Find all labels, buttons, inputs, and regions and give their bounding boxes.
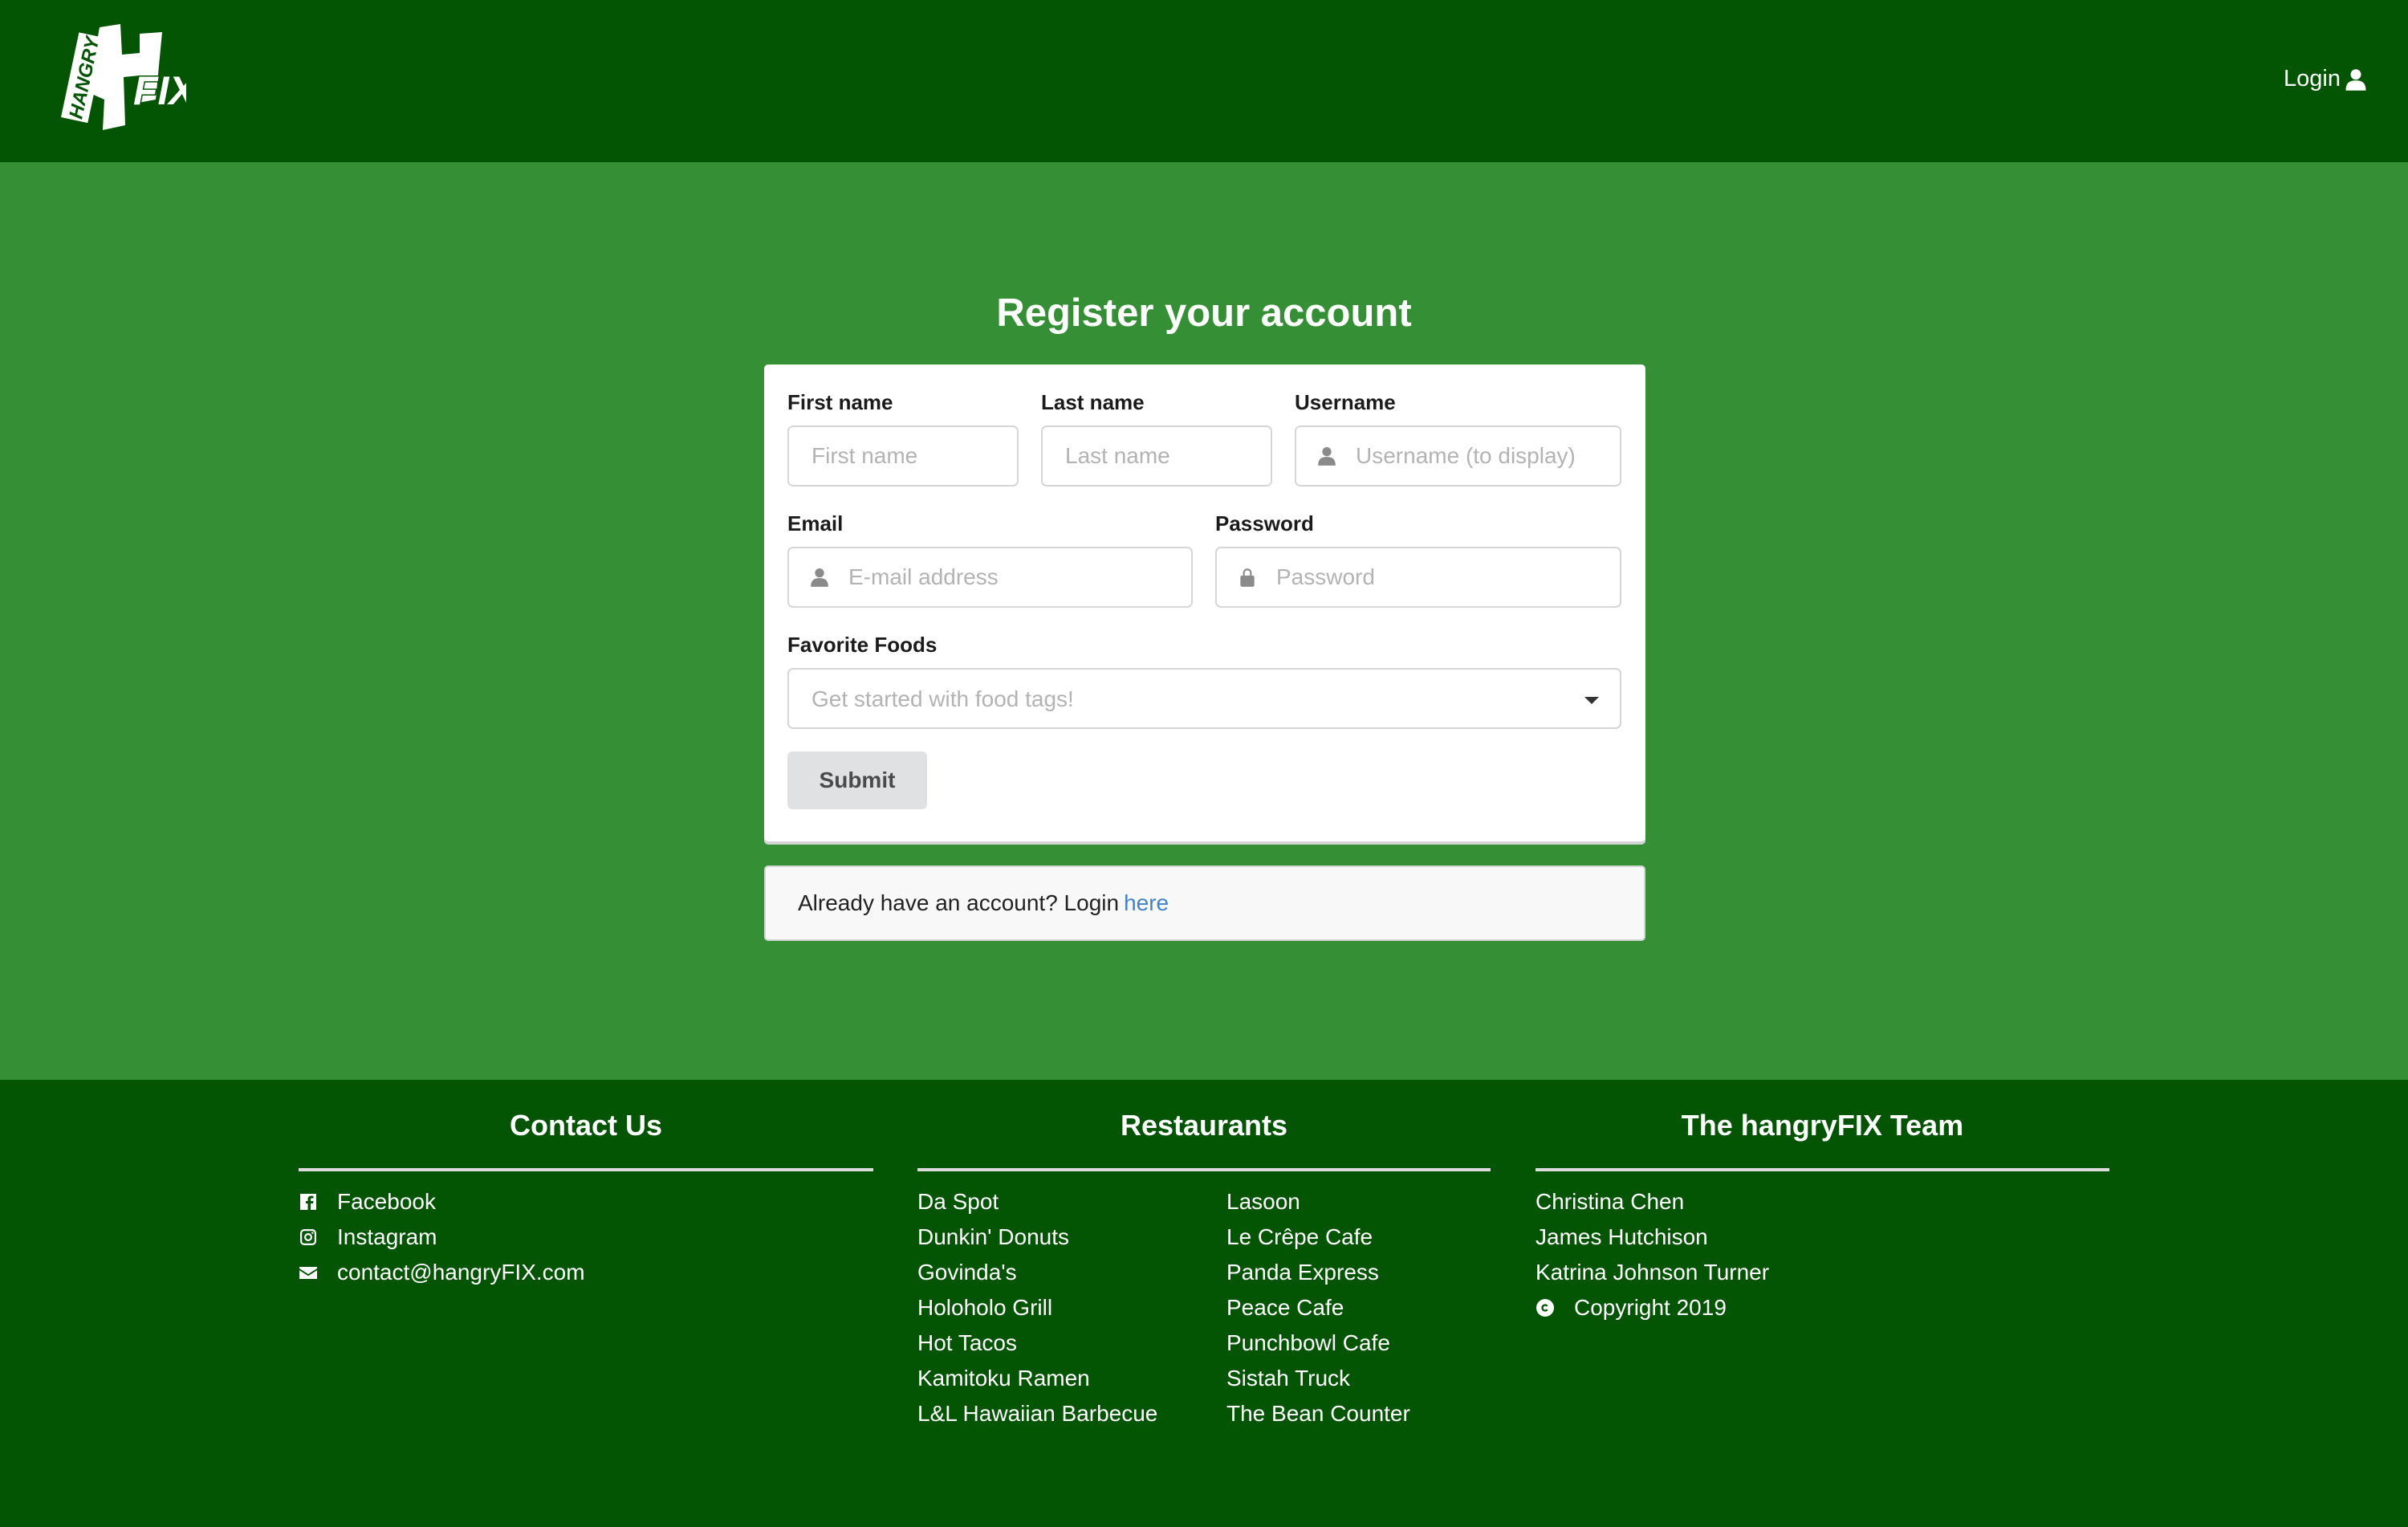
first-name-input[interactable] bbox=[789, 443, 1017, 469]
team-member: James Hutchison bbox=[1536, 1224, 1708, 1249]
registration-form: First name Last name Username Email Pass… bbox=[764, 364, 1645, 841]
restaurant-link[interactable]: Punchbowl Cafe bbox=[1226, 1330, 1390, 1356]
password-input[interactable] bbox=[1259, 564, 1620, 590]
footer-restaurants-heading: Restaurants bbox=[1120, 1109, 1288, 1142]
lock-icon bbox=[1236, 566, 1259, 588]
favorite-foods-dropdown[interactable]: Get started with food tags! bbox=[787, 668, 1621, 729]
envelope-icon bbox=[299, 1262, 319, 1283]
restaurant-link[interactable]: Panda Express bbox=[1226, 1260, 1379, 1285]
restaurant-link[interactable]: Lasoon bbox=[1226, 1189, 1300, 1215]
username-input[interactable] bbox=[1338, 443, 1620, 469]
copyright-icon bbox=[1536, 1297, 1556, 1318]
last-name-label: Last name bbox=[1041, 390, 1145, 414]
restaurant-link[interactable]: Da Spot bbox=[917, 1189, 999, 1215]
footer-team-heading: The hangryFIX Team bbox=[1681, 1109, 1964, 1142]
login-link[interactable]: Login bbox=[2284, 66, 2368, 92]
divider bbox=[917, 1168, 1491, 1171]
logo-graphic: HANGRY FIX bbox=[61, 24, 199, 130]
user-icon bbox=[1316, 445, 1338, 467]
instagram-link[interactable]: Instagram bbox=[299, 1224, 437, 1250]
footer: Contact Us Facebook Instagram contact@ha… bbox=[0, 1080, 2408, 1527]
copyright-notice: Copyright 2019 bbox=[1536, 1295, 1727, 1321]
user-icon bbox=[2345, 68, 2366, 91]
facebook-label: Facebook bbox=[337, 1189, 436, 1214]
login-prompt-text: Already have an account? Login bbox=[798, 890, 1120, 915]
restaurant-link[interactable]: Le Crêpe Cafe bbox=[1226, 1224, 1373, 1250]
divider bbox=[299, 1168, 873, 1171]
submit-button[interactable]: Submit bbox=[787, 751, 927, 809]
login-prompt: Already have an account? Login here bbox=[764, 865, 1645, 941]
restaurant-link[interactable]: The Bean Counter bbox=[1226, 1401, 1410, 1427]
footer-contact-heading: Contact Us bbox=[509, 1109, 663, 1142]
user-icon bbox=[808, 566, 831, 588]
username-label: Username bbox=[1295, 390, 1396, 414]
restaurant-link[interactable]: Govinda's bbox=[917, 1260, 1017, 1285]
team-member: Katrina Johnson Turner bbox=[1536, 1260, 1770, 1285]
divider bbox=[1536, 1168, 2109, 1171]
page-title: Register your account bbox=[996, 291, 1412, 335]
email-label: Email bbox=[787, 511, 844, 535]
copyright-text: Copyright 2019 bbox=[1574, 1295, 1727, 1320]
email-input[interactable] bbox=[831, 564, 1191, 590]
email-contact-link[interactable]: contact@hangryFIX.com bbox=[299, 1260, 585, 1285]
restaurant-link[interactable]: Dunkin' Donuts bbox=[917, 1224, 1069, 1250]
facebook-icon bbox=[299, 1191, 319, 1212]
last-name-input[interactable] bbox=[1043, 443, 1271, 469]
logo-text-fix: FIX bbox=[133, 68, 186, 113]
top-navbar: HANGRY FIX Login bbox=[0, 0, 2408, 162]
username-field[interactable] bbox=[1295, 426, 1621, 487]
password-label: Password bbox=[1215, 511, 1314, 535]
team-member: Christina Chen bbox=[1536, 1189, 1685, 1214]
first-name-field[interactable] bbox=[787, 426, 1019, 487]
restaurant-link[interactable]: Sistah Truck bbox=[1226, 1366, 1350, 1391]
login-here-link[interactable]: here bbox=[1124, 890, 1169, 916]
last-name-field[interactable] bbox=[1041, 426, 1272, 487]
favorite-foods-label: Favorite Foods bbox=[787, 633, 938, 657]
email-field[interactable] bbox=[787, 547, 1193, 608]
instagram-icon bbox=[299, 1227, 319, 1248]
restaurant-link[interactable]: Holoholo Grill bbox=[917, 1295, 1052, 1321]
restaurant-link[interactable]: Kamitoku Ramen bbox=[917, 1366, 1090, 1391]
restaurant-link[interactable]: Hot Tacos bbox=[917, 1330, 1017, 1356]
first-name-label: First name bbox=[787, 390, 893, 414]
caret-down-icon bbox=[1584, 697, 1599, 704]
email-contact-label: contact@hangryFIX.com bbox=[337, 1260, 585, 1285]
restaurant-link[interactable]: L&L Hawaiian Barbecue bbox=[917, 1401, 1157, 1427]
favorite-foods-placeholder: Get started with food tags! bbox=[811, 686, 1074, 711]
restaurant-link[interactable]: Peace Cafe bbox=[1226, 1295, 1344, 1321]
hangryfix-logo[interactable]: HANGRY FIX bbox=[50, 22, 199, 135]
instagram-label: Instagram bbox=[337, 1224, 437, 1249]
password-field[interactable] bbox=[1215, 547, 1621, 608]
login-label: Login bbox=[2284, 66, 2341, 92]
facebook-link[interactable]: Facebook bbox=[299, 1189, 436, 1215]
